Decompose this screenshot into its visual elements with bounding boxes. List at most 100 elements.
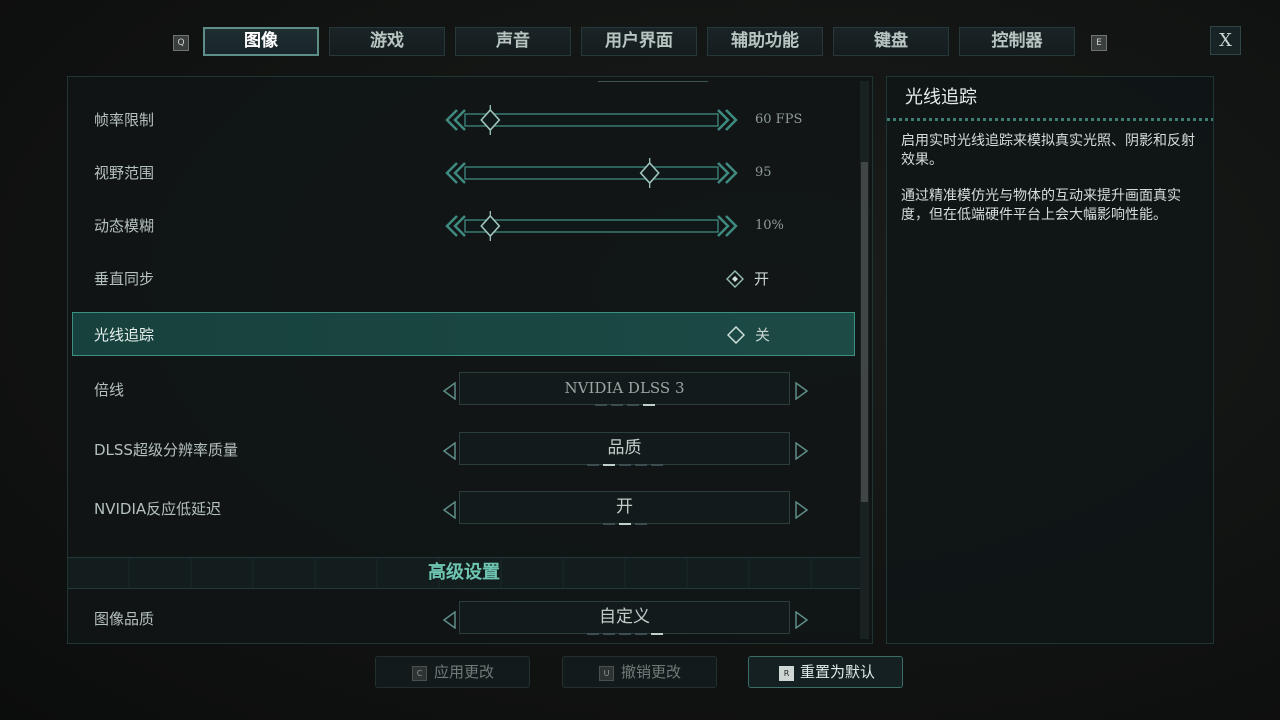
setting-label: 垂直同步 bbox=[94, 270, 155, 288]
dlss-quality-value: 品质 bbox=[607, 438, 642, 458]
upscaling-value-box: NVIDIA DLSS 3 bbox=[459, 372, 790, 406]
setting-label: 视野范围 bbox=[94, 164, 155, 182]
setting-row-frame-limit[interactable]: 帧率限制 60 FPS bbox=[72, 98, 855, 142]
setting-label: 光线追踪 bbox=[94, 326, 155, 344]
setting-label: 图像品质 bbox=[94, 610, 155, 628]
frame-limit-slider[interactable] bbox=[439, 105, 744, 135]
panel-top-ornament bbox=[598, 77, 708, 82]
setting-label: 动态模糊 bbox=[94, 217, 155, 235]
vsync-value: 开 bbox=[754, 270, 770, 288]
close-button[interactable]: X bbox=[1210, 26, 1241, 55]
slider-graphic bbox=[445, 158, 738, 188]
slider-right-chevrons-icon bbox=[717, 162, 738, 184]
slider-graphic bbox=[445, 211, 738, 241]
tab-bar: 图像 游戏 声音 用户界面 辅助功能 键盘 控制器 bbox=[203, 27, 1075, 56]
section-title: 高级设置 bbox=[428, 562, 500, 583]
settings-panel: 帧率限制 60 FPS 视野范围 95 动态模糊 10% 垂直同步 开 光线追踪… bbox=[67, 76, 873, 644]
setting-label: 倍线 bbox=[94, 381, 125, 399]
arrow-right-icon[interactable] bbox=[795, 382, 809, 400]
motion-blur-slider[interactable] bbox=[439, 211, 744, 241]
description-panel: 光线追踪 启用实时光线追踪来模拟真实光照、阴影和反射效果。 通过精准模仿光与物体… bbox=[886, 76, 1214, 644]
tab-controller[interactable]: 控制器 bbox=[959, 27, 1075, 56]
slider-track bbox=[464, 113, 719, 127]
revert-changes-button[interactable]: U 撤销更改 bbox=[562, 656, 717, 688]
toggle-off-diamond-icon[interactable] bbox=[727, 326, 745, 344]
tab-sound[interactable]: 声音 bbox=[455, 27, 571, 56]
option-dot bbox=[586, 633, 599, 635]
option-dot bbox=[634, 523, 647, 525]
option-dot bbox=[650, 464, 663, 466]
image-quality-selector[interactable]: 自定义 bbox=[439, 597, 809, 641]
reflex-value-box: 开 bbox=[459, 491, 790, 525]
fov-slider[interactable] bbox=[439, 158, 744, 188]
description-divider bbox=[887, 118, 1213, 121]
dlss-quality-selector[interactable]: 品质 bbox=[439, 428, 809, 472]
slider-track bbox=[464, 166, 719, 180]
arrow-left-icon[interactable] bbox=[442, 382, 456, 400]
tab-user-interface[interactable]: 用户界面 bbox=[581, 27, 697, 56]
slider-knob bbox=[480, 214, 501, 238]
upscaling-selector[interactable]: NVIDIA DLSS 3 bbox=[439, 368, 809, 412]
slider-knob bbox=[639, 161, 660, 185]
option-dots bbox=[460, 523, 789, 525]
setting-row-image-quality[interactable]: 图像品质 自定义 bbox=[72, 597, 855, 641]
setting-row-upscaling[interactable]: 倍线 NVIDIA DLSS 3 bbox=[72, 368, 855, 412]
option-dots bbox=[460, 404, 789, 406]
option-dot bbox=[626, 404, 639, 406]
option-dot bbox=[618, 464, 631, 466]
slider-graphic bbox=[445, 105, 738, 135]
ray-tracing-value: 关 bbox=[755, 326, 771, 344]
slider-track bbox=[464, 219, 719, 233]
arrow-left-icon[interactable] bbox=[442, 611, 456, 629]
option-dot bbox=[602, 464, 615, 466]
option-dot bbox=[594, 404, 607, 406]
setting-row-fov[interactable]: 视野范围 95 bbox=[72, 151, 855, 195]
slider-knob bbox=[480, 108, 501, 132]
arrow-left-icon[interactable] bbox=[442, 442, 456, 460]
setting-row-motion-blur[interactable]: 动态模糊 10% bbox=[72, 204, 855, 248]
apply-changes-button[interactable]: C 应用更改 bbox=[375, 656, 530, 688]
arrow-left-icon[interactable] bbox=[442, 501, 456, 519]
setting-row-dlss-quality[interactable]: DLSS超级分辨率质量 品质 bbox=[72, 428, 855, 472]
description-title: 光线追踪 bbox=[905, 87, 977, 108]
option-dot bbox=[618, 633, 631, 635]
setting-label: DLSS超级分辨率质量 bbox=[94, 441, 238, 459]
upscaling-value: NVIDIA DLSS 3 bbox=[564, 379, 685, 397]
tab-accessibility[interactable]: 辅助功能 bbox=[707, 27, 823, 56]
setting-row-reflex[interactable]: NVIDIA反应低延迟 开 bbox=[72, 487, 855, 531]
reflex-selector[interactable]: 开 bbox=[439, 487, 809, 531]
frame-limit-value: 60 FPS bbox=[755, 112, 803, 127]
advanced-settings-header: 高级设置 bbox=[68, 557, 860, 589]
option-dot bbox=[634, 633, 647, 635]
tab-graphics[interactable]: 图像 bbox=[203, 27, 319, 56]
motion-blur-value: 10% bbox=[755, 218, 784, 233]
tab-prev-key[interactable]: Q bbox=[173, 35, 189, 51]
option-dot bbox=[602, 523, 615, 525]
button-label: 重置为默认 bbox=[800, 663, 876, 681]
button-label: 应用更改 bbox=[434, 663, 495, 681]
setting-row-ray-tracing[interactable]: 光线追踪 关 bbox=[72, 312, 855, 356]
tab-next-key[interactable]: E bbox=[1091, 35, 1107, 51]
tab-keyboard[interactable]: 键盘 bbox=[833, 27, 949, 56]
fov-value: 95 bbox=[755, 165, 772, 180]
image-quality-value: 自定义 bbox=[599, 607, 650, 627]
key-hint-u: U bbox=[599, 666, 614, 681]
scrollbar-thumb[interactable] bbox=[861, 162, 868, 502]
arrow-right-icon[interactable] bbox=[795, 501, 809, 519]
slider-left-chevrons-icon bbox=[445, 109, 466, 131]
reset-defaults-button[interactable]: R 重置为默认 bbox=[748, 656, 903, 688]
option-dot bbox=[586, 464, 599, 466]
tab-game[interactable]: 游戏 bbox=[329, 27, 445, 56]
option-dot bbox=[650, 633, 663, 635]
setting-row-vsync[interactable]: 垂直同步 开 bbox=[72, 257, 855, 301]
option-dot bbox=[602, 633, 615, 635]
toggle-on-diamond-icon[interactable] bbox=[726, 270, 744, 288]
option-dot bbox=[610, 404, 623, 406]
arrow-right-icon[interactable] bbox=[795, 611, 809, 629]
option-dots bbox=[460, 464, 789, 466]
key-hint-r: R bbox=[779, 666, 794, 681]
description-paragraph-2: 通过精准模仿光与物体的互动来提升画面真实度，但在低端硬件平台上会大幅影响性能。 bbox=[901, 188, 1181, 223]
key-hint-c: C bbox=[412, 666, 427, 681]
arrow-right-icon[interactable] bbox=[795, 442, 809, 460]
dlss-quality-value-box: 品质 bbox=[459, 432, 790, 466]
